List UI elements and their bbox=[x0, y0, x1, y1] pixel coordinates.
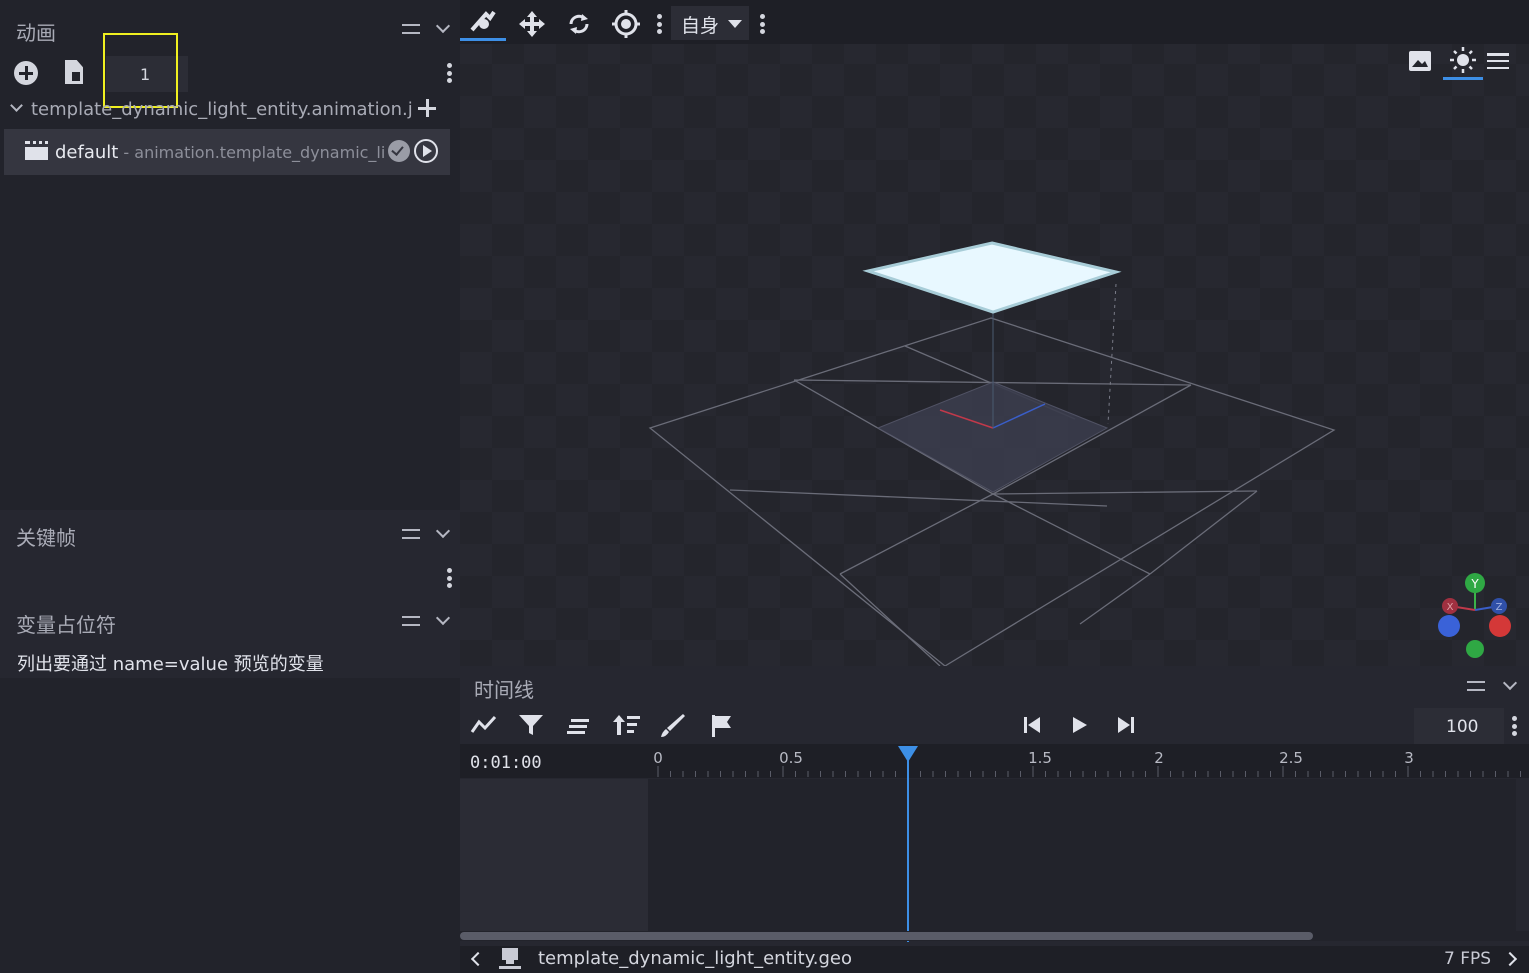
timeline-more-icon[interactable] bbox=[1511, 716, 1517, 736]
timeline-panel: 时间线 100 0:01:00 0 0.5 1.5 2 2.5 3 bbox=[460, 666, 1529, 946]
import-animation-icon[interactable] bbox=[65, 60, 83, 84]
play-animation-icon[interactable] bbox=[414, 139, 438, 163]
variables-description[interactable]: 列出要通过 name=value 预览的变量 bbox=[17, 650, 324, 676]
axis-y-label: Y bbox=[1470, 577, 1479, 591]
tick-label-2-5: 2.5 bbox=[1279, 749, 1303, 767]
saved-check-icon[interactable] bbox=[388, 140, 410, 162]
move-tool-icon[interactable] bbox=[517, 9, 547, 39]
variables-panel: 变量占位符 列出要通过 name=value 预览的变量 bbox=[0, 598, 460, 678]
filter-icon[interactable] bbox=[518, 713, 544, 737]
model-format-icon bbox=[499, 948, 521, 969]
viewport[interactable]: 自身 Y X Z bbox=[460, 0, 1529, 666]
current-time-display[interactable]: 0:01:00 bbox=[470, 753, 542, 773]
scene-canvas[interactable] bbox=[460, 44, 1529, 666]
play-icon[interactable] bbox=[1072, 716, 1088, 734]
axis-x-label: X bbox=[1447, 602, 1454, 613]
playback-speed-field[interactable]: 100 bbox=[1414, 708, 1504, 744]
animation-id: - animation.template_dynamic_light_entit… bbox=[123, 143, 385, 162]
brush-icon[interactable] bbox=[660, 712, 686, 738]
animation-panel-title: 动画 bbox=[16, 21, 56, 45]
align-icon[interactable] bbox=[567, 716, 591, 736]
dropdown-caret-icon bbox=[728, 20, 742, 28]
add-animation-icon[interactable] bbox=[14, 61, 38, 85]
rotate-tool-icon[interactable] bbox=[566, 11, 592, 37]
skip-end-icon[interactable] bbox=[1117, 716, 1135, 734]
keyframe-more-icon[interactable] bbox=[446, 568, 452, 588]
model-name[interactable]: template_dynamic_light_entity.geo bbox=[538, 948, 852, 969]
status-bar: template_dynamic_light_entity.geo 7 FPS bbox=[460, 946, 1529, 973]
timeline-collapse-icon[interactable] bbox=[1502, 675, 1518, 691]
variables-menu-icon[interactable] bbox=[402, 616, 420, 626]
time-ruler[interactable]: 0 0.5 1.5 2 2.5 3 bbox=[649, 744, 1529, 778]
keyframe-collapse-icon[interactable] bbox=[435, 523, 451, 539]
sort-icon[interactable] bbox=[613, 712, 641, 738]
animation-label: default - animation.template_dynamic_lig… bbox=[55, 142, 385, 163]
left-sidebar: 动画 1 template_dynamic_light_entity.anima… bbox=[0, 0, 460, 973]
timeline-title: 时间线 bbox=[474, 678, 534, 702]
timeline-scrollbar-thumb[interactable] bbox=[460, 932, 1313, 940]
status-next-icon[interactable] bbox=[1502, 951, 1518, 967]
animation-name: default bbox=[55, 142, 119, 163]
highlight-box bbox=[103, 33, 178, 108]
panel-collapse-icon[interactable] bbox=[435, 18, 451, 34]
variables-collapse-icon[interactable] bbox=[435, 610, 451, 626]
keyframe-panel-title: 关键帧 bbox=[16, 526, 76, 550]
add-animation-to-file-icon[interactable] bbox=[418, 99, 436, 117]
fps-counter: 7 FPS bbox=[1444, 949, 1492, 969]
status-prev-icon[interactable] bbox=[470, 951, 486, 967]
keyframe-menu-icon[interactable] bbox=[402, 529, 420, 539]
playback-speed-value: 100 bbox=[1446, 717, 1479, 737]
graph-editor-icon[interactable] bbox=[470, 714, 498, 736]
transform-space-select[interactable]: 自身 bbox=[671, 6, 749, 40]
clapperboard-icon bbox=[25, 141, 48, 160]
tick-label-3: 3 bbox=[1404, 749, 1414, 767]
tick-label-0-5: 0.5 bbox=[779, 749, 803, 767]
panel-menu-icon[interactable] bbox=[402, 24, 420, 34]
axis-z-label: Z bbox=[1496, 602, 1503, 613]
timeline-track-labels bbox=[460, 779, 648, 931]
marker-flag-icon[interactable] bbox=[711, 714, 733, 738]
tick-label-0: 0 bbox=[653, 749, 663, 767]
bone-move-tool[interactable] bbox=[460, 0, 506, 44]
transform-space-value: 自身 bbox=[681, 15, 720, 37]
variables-panel-title: 变量占位符 bbox=[16, 613, 116, 637]
timeline-menu-icon[interactable] bbox=[1467, 681, 1485, 691]
axis-gizmo[interactable]: Y X Z bbox=[1435, 570, 1515, 660]
tick-label-2: 2 bbox=[1154, 749, 1164, 767]
light-plane-cube[interactable] bbox=[862, 241, 1122, 314]
pivot-target-icon[interactable] bbox=[612, 10, 640, 38]
animation-more-icon[interactable] bbox=[446, 63, 452, 83]
timeline-track-area[interactable] bbox=[648, 779, 1516, 931]
animation-file-name[interactable]: template_dynamic_light_entity.animation.… bbox=[31, 99, 413, 120]
tools-more-icon[interactable] bbox=[656, 14, 662, 34]
animation-list-item-default[interactable]: default - animation.template_dynamic_lig… bbox=[4, 129, 450, 175]
playhead-handle-icon[interactable] bbox=[898, 746, 918, 762]
keyframe-panel: 关键帧 bbox=[0, 510, 460, 598]
tick-label-1-5: 1.5 bbox=[1028, 749, 1052, 767]
file-expand-chevron-icon[interactable] bbox=[10, 99, 23, 112]
skip-start-icon[interactable] bbox=[1023, 716, 1041, 734]
playhead-line[interactable] bbox=[907, 748, 909, 942]
space-more-icon[interactable] bbox=[759, 14, 765, 34]
